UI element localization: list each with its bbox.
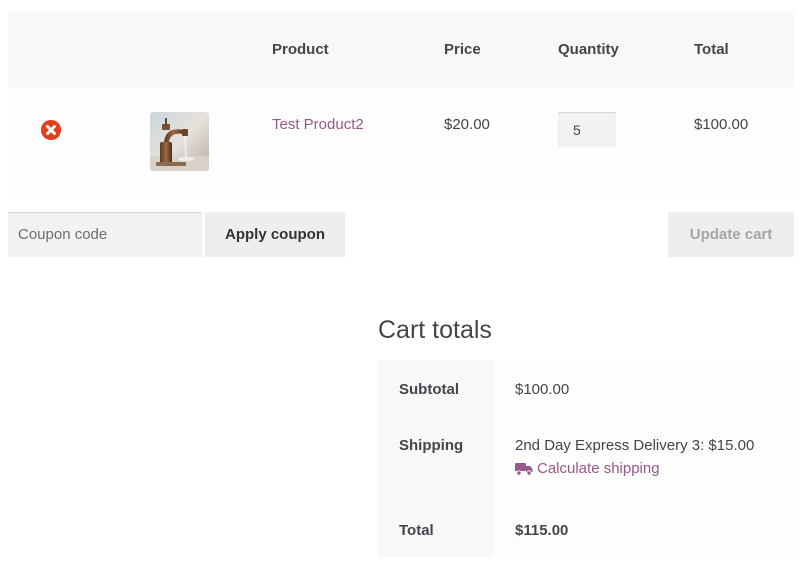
product-name-link[interactable]: Test Product2 (272, 116, 364, 133)
calculate-shipping-label: Calculate shipping (537, 460, 660, 477)
remove-item-button[interactable] (41, 120, 61, 140)
shipping-row: Shipping 2nd Day Express Delivery 3: $15… (378, 418, 794, 501)
subtotal-label: Subtotal (378, 360, 494, 418)
header-total: Total (694, 41, 729, 58)
order-total-row: Total $115.00 (378, 501, 794, 557)
apply-coupon-button[interactable]: Apply coupon (205, 212, 345, 257)
quantity-input[interactable] (558, 112, 616, 147)
subtotal-row: Subtotal $100.00 (378, 360, 794, 418)
cart-table: Product Price Quantity Total Test Produc… (8, 12, 794, 196)
shipping-label: Shipping (378, 418, 494, 501)
remove-circle-icon (41, 120, 61, 140)
header-product: Product (272, 41, 329, 58)
cart-totals-title: Cart totals (378, 316, 492, 344)
shipping-details: 2nd Day Express Delivery 3: $15.00 Calcu… (494, 418, 794, 501)
cart-totals-table: Subtotal $100.00 Shipping 2nd Day Expres… (378, 360, 794, 557)
subtotal-value: $100.00 (494, 360, 794, 418)
truck-icon (515, 462, 533, 476)
cart-page: Product Price Quantity Total Test Produc… (0, 0, 807, 571)
order-total-label: Total (378, 501, 494, 557)
update-cart-button[interactable]: Update cart (668, 212, 794, 257)
product-thumbnail[interactable] (150, 112, 209, 171)
calculate-shipping-link[interactable]: Calculate shipping (515, 460, 660, 477)
header-price: Price (444, 41, 481, 58)
cart-table-header: Product Price Quantity Total (8, 12, 794, 87)
coupon-code-input[interactable] (8, 212, 202, 257)
faucet-product-image (150, 112, 209, 171)
item-subtotal: $100.00 (694, 116, 749, 133)
header-quantity: Quantity (558, 41, 619, 58)
item-price: $20.00 (444, 116, 490, 133)
shipping-method: 2nd Day Express Delivery 3: $15.00 (515, 437, 755, 454)
cart-item-row: Test Product2 $20.00 $100.00 (8, 87, 794, 196)
order-total-value: $115.00 (494, 501, 794, 557)
